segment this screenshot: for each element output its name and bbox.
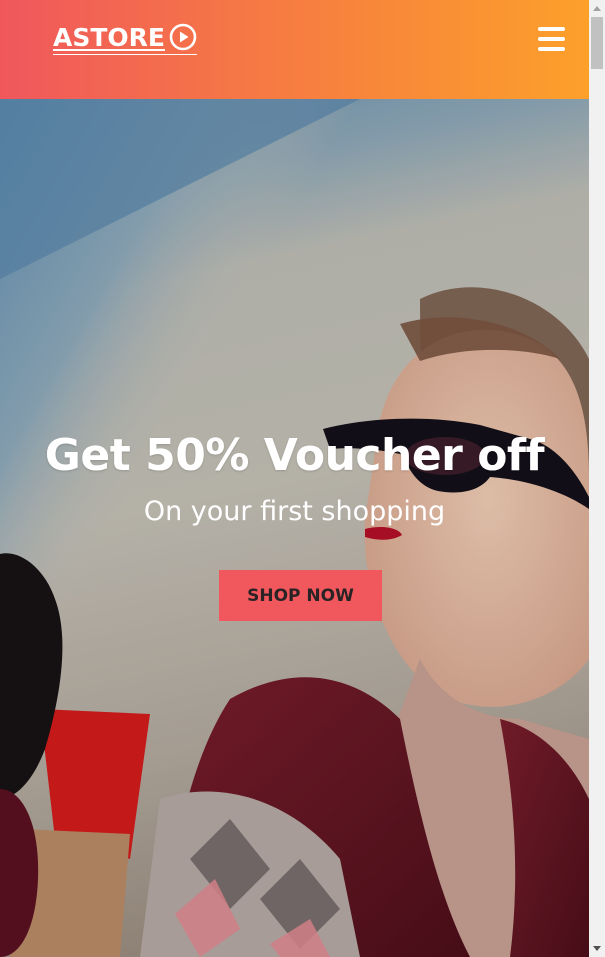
hero-overlay (0, 99, 589, 957)
hamburger-menu-icon[interactable] (538, 27, 565, 51)
site-header: ASTORE (0, 0, 589, 99)
hero-subtitle: On your first shopping (143, 496, 446, 527)
logo-text: ASTORE (53, 22, 165, 52)
scrollbar-thumb[interactable] (591, 17, 603, 69)
menu-bar (538, 27, 565, 31)
hero-title: Get 50% Voucher off (44, 430, 545, 481)
vertical-scrollbar[interactable] (589, 0, 605, 957)
scroll-down-icon[interactable] (589, 941, 605, 957)
menu-bar (538, 37, 565, 41)
hero-banner: Get 50% Voucher off On your first shoppi… (0, 99, 589, 957)
logo-link[interactable]: ASTORE (53, 21, 197, 55)
scroll-up-icon[interactable] (589, 0, 605, 16)
menu-bar (538, 47, 565, 51)
page: ASTORE Get 50% Voucher off On your first… (0, 0, 589, 957)
shop-now-button[interactable]: SHOP NOW (219, 570, 382, 621)
play-circle-icon (169, 23, 197, 51)
